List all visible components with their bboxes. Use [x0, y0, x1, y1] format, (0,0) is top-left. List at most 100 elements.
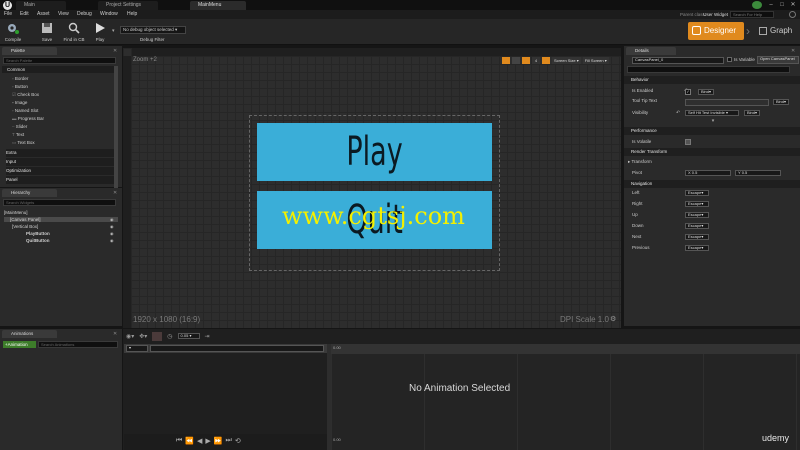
menu-window[interactable]: Window — [100, 10, 118, 19]
menu-file[interactable]: File — [4, 10, 12, 19]
hierarchy-item-mainmenu[interactable]: [MainMenu] — [4, 210, 28, 215]
nav-left-dropdown[interactable]: Escape▾ — [685, 190, 709, 196]
palette-category-common[interactable]: Common — [2, 66, 114, 73]
palette-item-text[interactable]: T Text — [12, 132, 24, 137]
hierarchy-search-input[interactable]: Search Widgets — [3, 199, 116, 206]
palette-category-extra[interactable]: Extra — [6, 149, 114, 157]
hierarchy-item-quit-button[interactable]: QuitButton — [26, 238, 50, 243]
nav-right-dropdown[interactable]: Escape▾ — [685, 201, 709, 207]
is-enabled-checkbox[interactable]: ✓ — [685, 89, 691, 95]
palette-item-named-slot[interactable]: ▫ Named Slot — [12, 108, 38, 113]
settings-eye-icon[interactable]: ◉▾ — [126, 333, 134, 340]
palette-item-text-box[interactable]: ▭ Text Box — [12, 140, 35, 146]
jump-to-start-icon[interactable]: ⏮ — [176, 437, 182, 445]
playback-speed-dropdown[interactable]: 0.05 ▾ — [177, 333, 200, 339]
animations-search-input[interactable]: Search Animations — [38, 341, 118, 348]
play-reverse-icon[interactable]: ◀ — [197, 437, 202, 445]
fill-screen-dropdown[interactable]: Fill Screen ▾ — [582, 57, 609, 64]
details-tab[interactable]: Details — [626, 47, 676, 55]
play-game-button[interactable]: Play — [257, 123, 492, 181]
graph-button[interactable]: Graph — [758, 22, 798, 40]
navigation-section-header[interactable]: Navigation — [624, 180, 800, 188]
visibility-bind-dropdown[interactable]: Bind▾ — [744, 110, 760, 116]
play-button[interactable]: Play — [89, 21, 111, 43]
menu-help[interactable]: Help — [127, 10, 137, 19]
nav-up-dropdown[interactable]: Escape▾ — [685, 212, 709, 218]
designer-button[interactable]: Designer — [688, 22, 744, 40]
transform-row[interactable]: ▸ Transform — [628, 159, 652, 165]
menu-asset[interactable]: Asset — [37, 10, 50, 19]
timeline-track-area[interactable] — [331, 354, 800, 450]
palette-scrollbar[interactable] — [114, 66, 118, 191]
reset-arrow-icon[interactable]: ↶ — [676, 110, 680, 116]
screen-size-dropdown[interactable]: Screen Size ▾ — [552, 57, 581, 64]
visibility-eye-icon[interactable]: ◉ — [110, 238, 114, 243]
palette-category-input[interactable]: Input — [6, 158, 114, 166]
palette-item-check-box[interactable]: ☑ Check Box — [12, 92, 39, 98]
details-close-icon[interactable]: ✕ — [791, 48, 795, 54]
tool-tip-text-field[interactable] — [685, 99, 769, 106]
parent-class-value[interactable]: User Widget — [703, 10, 728, 19]
debug-object-select[interactable]: No debug object selected ▾ — [120, 26, 186, 34]
clock-icon[interactable]: ◷ — [167, 333, 172, 340]
is-volatile-checkbox[interactable] — [685, 139, 691, 145]
dpi-settings-gear-icon[interactable]: ⚙ — [610, 315, 616, 323]
save-button[interactable]: Save — [36, 21, 58, 43]
user-avatar-icon[interactable] — [752, 1, 762, 9]
search-icon[interactable] — [789, 11, 796, 18]
palette-item-border[interactable]: ▫ Border — [12, 76, 28, 81]
hierarchy-close-icon[interactable]: ✕ — [113, 190, 117, 196]
performance-section-header[interactable]: Performance — [624, 127, 800, 135]
open-canvas-panel-button[interactable]: Open CanvasPanel — [757, 56, 799, 64]
play-forward-icon[interactable]: ▶ — [205, 437, 210, 445]
tab-main-menu[interactable]: MainMenu — [190, 1, 246, 10]
grid-size-value[interactable]: 4 — [532, 57, 540, 64]
menu-debug[interactable]: Debug — [77, 10, 92, 19]
step-forward-icon[interactable]: ⏩ — [214, 437, 223, 445]
compile-button[interactable]: Compile — [2, 21, 24, 43]
palette-category-optimization[interactable]: Optimization — [6, 167, 114, 175]
tab-main[interactable]: Main — [16, 1, 66, 10]
is-variable-checkbox[interactable] — [727, 57, 732, 62]
play-options-chevron-icon[interactable]: ▾ — [112, 28, 115, 34]
visibility-eye-icon[interactable]: ◉ — [110, 217, 114, 222]
key-icon[interactable] — [152, 331, 163, 341]
palette-category-panel[interactable]: Panel — [6, 176, 114, 184]
tool-tip-bind-dropdown[interactable]: Bind▾ — [773, 99, 789, 105]
snap-grid-icon[interactable] — [502, 57, 510, 64]
palette-item-image[interactable]: ▪ Image — [12, 100, 27, 105]
render-transform-section-header[interactable]: Render Transform — [624, 148, 800, 156]
nav-next-dropdown[interactable]: Escape▾ — [685, 234, 709, 240]
close-icon[interactable]: ✕ — [788, 1, 798, 9]
preview-toggle-icon[interactable] — [542, 57, 550, 64]
advanced-expand-icon[interactable]: ▾ — [708, 119, 718, 124]
visibility-eye-icon[interactable]: ◉ — [110, 231, 114, 236]
menu-view[interactable]: View — [58, 10, 69, 19]
hierarchy-tab[interactable]: Hierarchy — [2, 189, 57, 197]
palette-item-slider[interactable]: – Slider — [12, 124, 27, 129]
snap-icon[interactable]: ⇥ — [205, 333, 210, 340]
outline-toggle-icon[interactable] — [522, 57, 530, 64]
palette-search-input[interactable]: Search Palette — [3, 57, 116, 64]
snap-toggle-icon[interactable] — [512, 57, 520, 64]
widget-name-field[interactable]: CanvasPanel_0 — [632, 57, 724, 64]
tab-project-settings[interactable]: Project Settings — [98, 1, 158, 10]
animations-tab[interactable]: Animations — [2, 330, 57, 338]
track-search-input[interactable] — [150, 345, 324, 352]
minimize-icon[interactable]: – — [766, 1, 776, 9]
palette-item-progress-bar[interactable]: ▬ Progress Bar — [12, 116, 44, 121]
hierarchy-item-play-button[interactable]: PlayButton — [26, 231, 50, 236]
pivot-y-field[interactable]: Y 0.5 — [735, 170, 781, 176]
nav-down-dropdown[interactable]: Escape▾ — [685, 223, 709, 229]
hierarchy-item-canvas-panel[interactable]: [Canvas Panel] — [4, 217, 118, 222]
is-enabled-bind-dropdown[interactable]: Bind▾ — [698, 89, 714, 95]
visibility-dropdown[interactable]: Self Hit Test Invisible ▾ — [685, 110, 739, 116]
pivot-x-field[interactable]: X 0.5 — [685, 170, 731, 176]
menu-edit[interactable]: Edit — [20, 10, 29, 19]
behavior-section-header[interactable]: Behavior — [624, 76, 800, 84]
details-search-input[interactable] — [627, 66, 790, 73]
animations-close-icon[interactable]: ✕ — [113, 331, 117, 337]
loop-icon[interactable]: ⟲ — [235, 437, 241, 445]
palette-close-icon[interactable]: ✕ — [113, 48, 117, 54]
palette-item-button[interactable]: ▫ Button — [12, 84, 28, 89]
